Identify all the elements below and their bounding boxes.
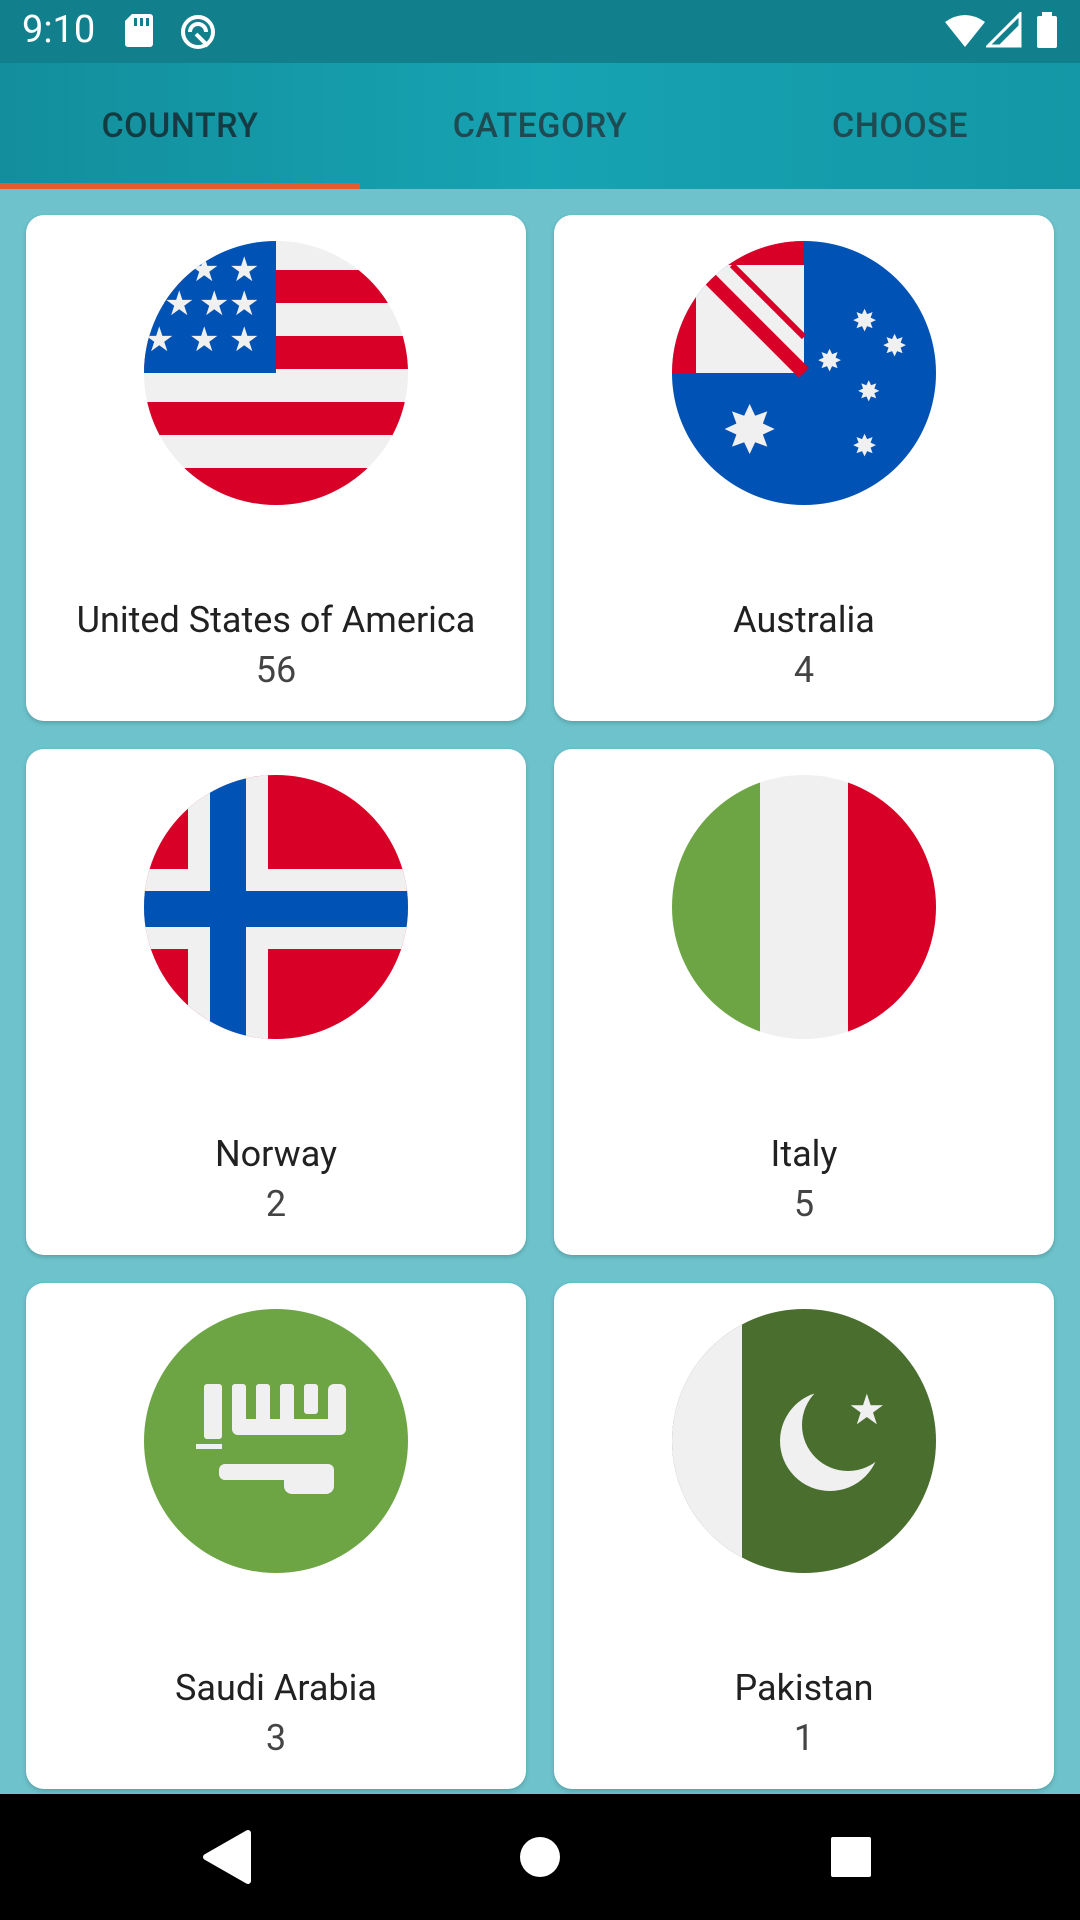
sd-card-icon [125, 14, 153, 47]
tab-country[interactable]: COUNTRY [0, 63, 360, 189]
country-card-pakistan[interactable]: ★ Pakistan 1 [554, 1283, 1054, 1789]
country-name: Pakistan [734, 1667, 874, 1709]
country-name: Norway [214, 1133, 338, 1175]
country-count: 2 [265, 1183, 287, 1225]
svg-text:★: ★ [199, 284, 229, 324]
country-name: Australia [733, 599, 875, 641]
svg-text:★: ★ [229, 284, 259, 324]
navigation-bar [0, 1794, 1080, 1920]
recents-icon[interactable] [828, 1827, 874, 1887]
back-icon[interactable] [200, 1827, 252, 1887]
saudi-arabia-flag-icon [144, 1309, 408, 1573]
svg-text:✸: ✸ [857, 375, 880, 408]
status-bar: 9:10 [0, 0, 1080, 63]
country-count: 3 [265, 1717, 287, 1759]
country-name: Saudi Arabia [175, 1667, 377, 1709]
australia-flag-icon: ✸ ✸ ✸ ✸ ✸ ✸ [672, 241, 936, 505]
tab-bar: COUNTRY CATEGORY CHOOSE [0, 63, 1080, 189]
svg-text:★: ★ [229, 320, 259, 360]
norway-flag-icon [144, 775, 408, 1039]
country-count: 4 [793, 649, 815, 691]
svg-text:✸: ✸ [852, 429, 877, 464]
country-count: 1 [793, 1717, 815, 1759]
country-grid: ★ ★ ★ ★ ★ ★ ★ ★ United States of America 56 ✸ [0, 189, 1080, 1794]
svg-text:✸: ✸ [817, 344, 842, 379]
country-card-norway[interactable]: Norway 2 [26, 749, 526, 1255]
country-name: United States of America [76, 599, 476, 641]
svg-text:★: ★ [144, 320, 174, 360]
italy-flag-icon [672, 775, 936, 1039]
battery-icon [1037, 12, 1057, 48]
country-card-saudi-arabia[interactable]: Saudi Arabia 3 [26, 1283, 526, 1789]
home-icon[interactable] [515, 1827, 565, 1887]
country-card-italy[interactable]: Italy 5 [554, 749, 1054, 1255]
tab-category[interactable]: CATEGORY [360, 63, 720, 189]
signal-icon [986, 12, 1022, 48]
country-card-usa[interactable]: ★ ★ ★ ★ ★ ★ ★ ★ United States of America 56 [26, 215, 526, 721]
tab-choose[interactable]: CHOOSE [720, 63, 1080, 189]
pakistan-flag-icon: ★ [672, 1309, 936, 1573]
svg-text:✸: ✸ [882, 329, 907, 364]
country-count: 5 [793, 1183, 815, 1225]
status-time: 9:10 [22, 8, 96, 52]
svg-text:✸: ✸ [852, 304, 877, 339]
sync-icon [181, 15, 215, 49]
svg-text:✸: ✸ [722, 392, 777, 469]
country-card-australia[interactable]: ✸ ✸ ✸ ✸ ✸ ✸ Australia 4 [554, 215, 1054, 721]
svg-text:★: ★ [189, 320, 219, 360]
country-count: 56 [255, 649, 297, 691]
svg-text:★: ★ [848, 1385, 886, 1434]
svg-text:★: ★ [164, 284, 194, 324]
usa-flag-icon: ★ ★ ★ ★ ★ ★ ★ ★ [144, 241, 408, 505]
wifi-icon [945, 15, 985, 47]
country-name: Italy [770, 1133, 838, 1175]
